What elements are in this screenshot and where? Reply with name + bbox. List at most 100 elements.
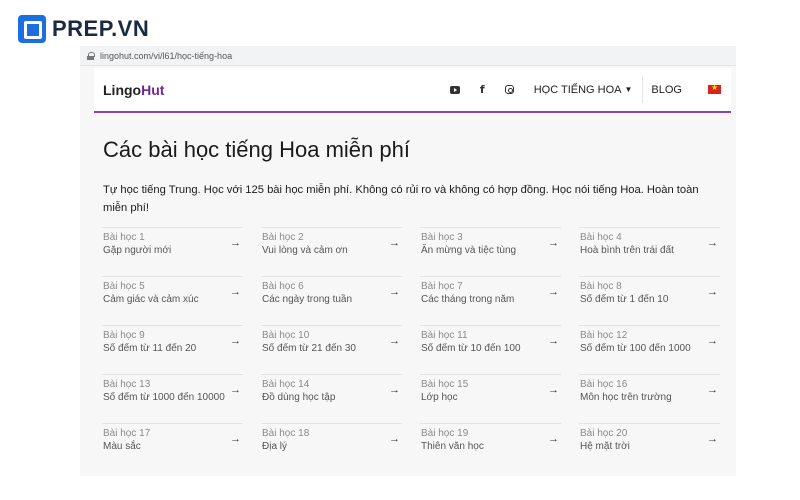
lesson-number: Bài học 5 [103, 281, 145, 292]
lesson-text: Bài học 17 Màu sắc [103, 427, 150, 454]
lesson-title: Ăn mừng và tiệc tùng [421, 245, 517, 256]
arrow-right-icon[interactable]: → [707, 286, 718, 298]
arrow-right-icon[interactable]: → [707, 335, 718, 347]
site-header: LingoHut f HỌC TIẾNG HOA ▼ BLOG [94, 68, 731, 113]
lesson-card[interactable]: Bài học 2 Vui lòng và cảm ơn → [261, 227, 402, 276]
nav-learn-chinese-label: HỌC TIẾNG HOA [533, 83, 622, 96]
lesson-card[interactable]: Bài học 15 Lớp học → [420, 374, 561, 423]
lesson-grid: Bài học 1 Gặp người mới → Bài học 2 Vui lòng… [102, 227, 731, 472]
lesson-text: Bài học 9 Số đếm từ 11 đến 20 [103, 329, 196, 356]
lesson-title: Cảm giác và cảm xúc [103, 294, 199, 305]
url-text[interactable]: lingohut.com/vi/l61/học-tiếng-hoa [100, 51, 232, 61]
address-bar[interactable]: lingohut.com/vi/l61/học-tiếng-hoa [80, 46, 736, 66]
arrow-right-icon[interactable]: → [548, 433, 559, 445]
arrow-right-icon[interactable]: → [389, 286, 400, 298]
lingohut-logo[interactable]: LingoHut [103, 82, 164, 98]
logo-part-hut: Hut [141, 81, 165, 98]
lesson-number: Bài học 11 [421, 330, 468, 341]
lesson-number: Bài học 9 [103, 330, 145, 341]
lesson-card[interactable]: Bài học 18 Địa lý → [261, 423, 402, 472]
lesson-title: Các tháng trong năm [421, 294, 515, 305]
lesson-card[interactable]: Bài học 19 Thiên văn học → [420, 423, 561, 472]
lesson-title: Số đếm từ 11 đến 20 [103, 343, 197, 354]
arrow-right-icon[interactable]: → [548, 237, 559, 249]
lesson-title: Thiên văn học [421, 441, 484, 452]
lesson-card[interactable]: Bài học 8 Số đếm từ 1 đến 10 → [579, 276, 720, 325]
lesson-number: Bài học 14 [262, 379, 310, 390]
lesson-number: Bài học 16 [580, 379, 628, 390]
lesson-title: Đồ dùng học tập [262, 392, 336, 403]
lesson-number: Bài học 13 [103, 379, 151, 390]
lesson-text: Bài học 11 Số đếm từ 10 đến 100 [421, 329, 521, 356]
arrow-right-icon[interactable]: → [548, 286, 559, 298]
lesson-text: Bài học 15 Lớp học [421, 378, 468, 405]
logo-part-lingo: Lingo [103, 81, 142, 98]
arrow-right-icon[interactable]: → [230, 237, 241, 249]
arrow-right-icon[interactable]: → [389, 384, 400, 396]
arrow-right-icon[interactable]: → [548, 384, 559, 396]
intro-text: Tự học tiếng Trung. Học với 125 bài học … [103, 184, 699, 214]
lesson-title: Môn học trên trường [580, 392, 672, 403]
lesson-text: Bài học 8 Số đếm từ 1 đến 10 [580, 280, 668, 307]
arrow-right-icon[interactable]: → [707, 433, 718, 445]
lesson-card[interactable]: Bài học 6 Các ngày trong tuần → [261, 276, 402, 325]
lesson-title: Số đếm từ 21 đến 30 [262, 343, 356, 354]
lesson-card[interactable]: Bài học 1 Gặp người mới → [102, 227, 243, 276]
arrow-right-icon[interactable]: → [230, 286, 241, 298]
lesson-card[interactable]: Bài học 11 Số đếm từ 10 đến 100 → [420, 325, 561, 374]
lesson-number: Bài học 19 [421, 428, 469, 439]
arrow-right-icon[interactable]: → [707, 237, 718, 249]
lesson-number: Bài học 12 [580, 330, 628, 341]
arrow-right-icon[interactable]: → [230, 335, 241, 347]
lesson-text: Bài học 20 Hệ mặt trời [580, 427, 630, 454]
lesson-card[interactable]: Bài học 20 Hệ mặt trời → [579, 423, 720, 472]
lesson-text: Bài học 19 Thiên văn học [421, 427, 484, 454]
arrow-right-icon[interactable]: → [389, 237, 400, 249]
lesson-card[interactable]: Bài học 3 Ăn mừng và tiệc tùng → [420, 227, 561, 276]
lesson-text: Bài học 13 Số đếm từ 1000 đến 10000 [103, 378, 225, 405]
lesson-title: Số đếm từ 100 đến 1000 [580, 343, 691, 354]
prep-logo-text: PREP.VN [52, 16, 150, 41]
nav-blog-link[interactable]: BLOG [651, 84, 682, 96]
lesson-number: Bài học 17 [103, 428, 151, 439]
lesson-text: Bài học 1 Gặp người mới [103, 231, 171, 258]
lesson-card[interactable]: Bài học 14 Đồ dùng học tập → [261, 374, 402, 423]
lesson-text: Bài học 12 Số đếm từ 100 đến 1000 [580, 329, 691, 356]
lesson-card[interactable]: Bài học 13 Số đếm từ 1000 đến 10000 → [102, 374, 243, 423]
arrow-right-icon[interactable]: → [230, 384, 241, 396]
lesson-text: Bài học 18 Địa lý [262, 427, 309, 454]
lesson-text: Bài học 14 Đồ dùng học tập [262, 378, 335, 405]
lesson-card[interactable]: Bài học 17 Màu sắc → [102, 423, 243, 472]
lesson-title: Hệ mặt trời [580, 441, 630, 452]
lesson-card[interactable]: Bài học 9 Số đếm từ 11 đến 20 → [102, 325, 243, 374]
lesson-card[interactable]: Bài học 5 Cảm giác và cảm xúc → [102, 276, 243, 325]
lesson-number: Bài học 2 [262, 232, 304, 243]
lesson-title: Lớp học [421, 392, 458, 403]
lesson-title: Số đếm từ 10 đến 100 [421, 343, 521, 354]
nav-learn-chinese-menu[interactable]: HỌC TIẾNG HOA ▼ [534, 84, 633, 96]
arrow-right-icon[interactable]: → [230, 433, 241, 445]
arrow-right-icon[interactable]: → [548, 335, 559, 347]
facebook-icon[interactable]: f [480, 83, 485, 96]
lesson-title: Vui lòng và cảm ơn [262, 245, 348, 256]
youtube-icon[interactable] [449, 85, 460, 94]
lesson-number: Bài học 10 [262, 330, 310, 341]
lesson-number: Bài học 20 [580, 428, 628, 439]
instagram-icon[interactable] [504, 85, 514, 94]
lesson-card[interactable]: Bài học 7 Các tháng trong năm → [420, 276, 561, 325]
lesson-title: Địa lý [262, 441, 288, 452]
vietnam-flag-icon[interactable] [708, 83, 721, 94]
lesson-title: Hoà bình trên trái đất [580, 245, 674, 256]
lesson-card[interactable]: Bài học 4 Hoà bình trên trái đất → [579, 227, 720, 276]
lesson-number: Bài học 7 [421, 281, 463, 292]
lesson-card[interactable]: Bài học 12 Số đếm từ 100 đến 1000 → [579, 325, 720, 374]
arrow-right-icon[interactable]: → [389, 335, 400, 347]
arrow-right-icon[interactable]: → [707, 384, 718, 396]
lesson-card[interactable]: Bài học 16 Môn học trên trường → [579, 374, 720, 423]
lesson-number: Bài học 4 [580, 232, 622, 243]
site-page: LingoHut f HỌC TIẾNG HOA ▼ BLOG Các bài … [94, 68, 731, 476]
prep-logo-icon [18, 15, 46, 43]
lesson-card[interactable]: Bài học 10 Số đếm từ 21 đến 30 → [261, 325, 402, 374]
arrow-right-icon[interactable]: → [389, 433, 400, 445]
lesson-number: Bài học 3 [421, 232, 463, 243]
